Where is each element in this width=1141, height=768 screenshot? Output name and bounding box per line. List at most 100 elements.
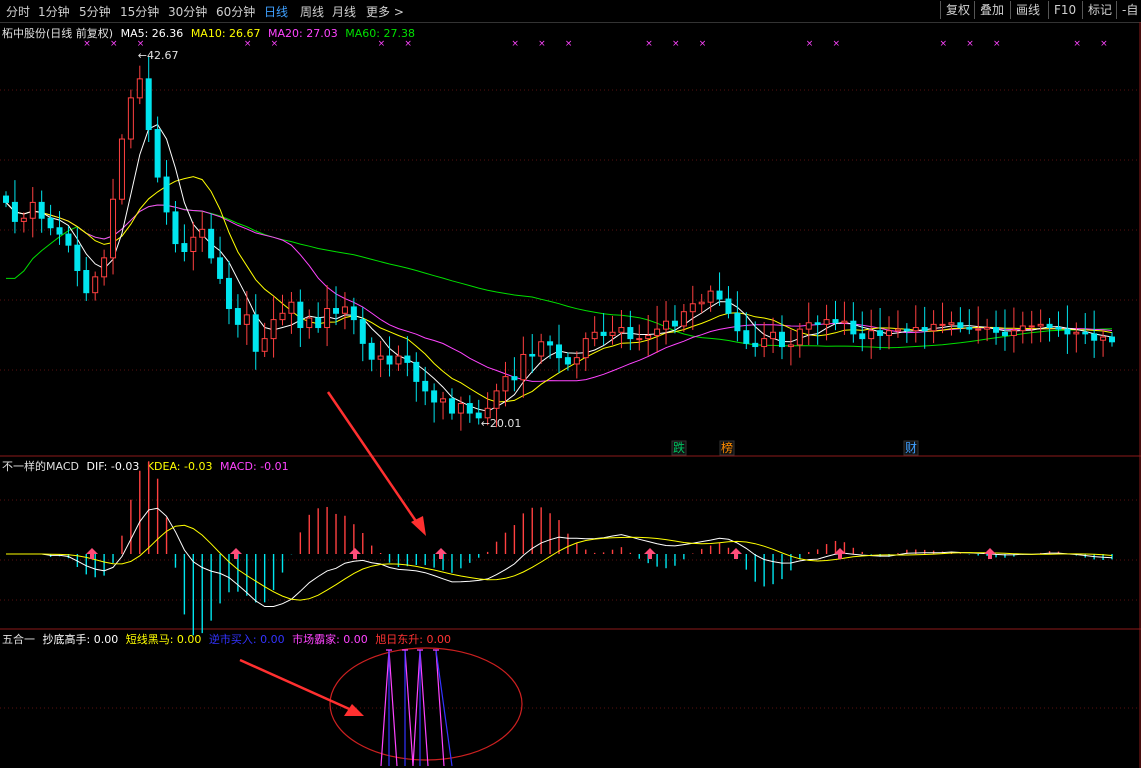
- custom-button[interactable]: -自: [1116, 1, 1141, 19]
- signal-x-marker: ×: [940, 39, 948, 49]
- buy-arrow-icon: [984, 548, 996, 559]
- candle-body: [841, 320, 848, 324]
- adjust-button[interactable]: 复权: [940, 1, 975, 19]
- signal-x-marker: ×: [966, 39, 974, 49]
- chart-frame: [0, 22, 1141, 768]
- candle: [101, 249, 108, 286]
- candle: [110, 178, 117, 275]
- f10-button[interactable]: F10: [1048, 1, 1081, 19]
- candle-body: [894, 328, 901, 332]
- candle-body: [1019, 325, 1026, 332]
- candle-body: [538, 341, 545, 357]
- candle-body: [1073, 331, 1080, 335]
- signal-x-marker: ×: [83, 39, 91, 49]
- candle-body: [520, 353, 527, 381]
- candle: [1091, 310, 1098, 358]
- candle-body: [654, 328, 661, 336]
- candle: [600, 313, 607, 346]
- candle: [1109, 332, 1115, 347]
- period-tab-daily[interactable]: 日线: [264, 3, 288, 20]
- candle-body: [65, 233, 72, 246]
- candle: [993, 310, 1000, 345]
- buy-arrow-icon: [230, 548, 242, 559]
- period-tab-60min[interactable]: 60分钟: [216, 3, 255, 20]
- candle: [297, 289, 304, 347]
- event-tag-0: 跌: [673, 440, 685, 455]
- signal-x-marker: ×: [833, 39, 841, 49]
- candle-body: [154, 129, 161, 178]
- candle: [127, 89, 134, 149]
- candle: [921, 306, 928, 349]
- draw-button[interactable]: 画线: [1010, 1, 1045, 19]
- low-price-label: ←20.01: [481, 417, 522, 430]
- period-tab-weekly[interactable]: 周线: [300, 3, 324, 20]
- candle-body: [725, 298, 732, 314]
- candle-body: [680, 311, 687, 327]
- candle: [894, 310, 901, 338]
- candle-body: [83, 270, 90, 294]
- candle: [145, 56, 152, 143]
- candle: [118, 134, 125, 205]
- chart-canvas[interactable]: ←42.67 ←20.01 跌 榜 财 × × × × × × × × × × × × × × × × × × × ×: [0, 22, 1141, 768]
- candle: [252, 294, 259, 370]
- event-tag-1: 榜: [721, 440, 733, 455]
- candle-body: [341, 306, 348, 314]
- candle: [163, 160, 170, 225]
- candle: [734, 291, 741, 342]
- candle-body: [29, 201, 36, 219]
- candle-body: [234, 308, 241, 325]
- candle-body: [74, 244, 81, 272]
- candle-body: [547, 341, 554, 346]
- period-tab-more[interactable]: 更多 >: [366, 3, 404, 20]
- candle-body: [350, 306, 357, 321]
- candle: [92, 271, 99, 301]
- candle: [466, 395, 473, 423]
- candle-body: [752, 342, 759, 348]
- signal-x-marker: ×: [993, 39, 1001, 49]
- candle: [38, 190, 45, 233]
- candle: [805, 302, 812, 346]
- candle: [199, 212, 206, 252]
- candle-body: [38, 201, 45, 219]
- candle: [56, 211, 63, 245]
- candle-body: [600, 331, 607, 336]
- candle-body: [966, 327, 973, 330]
- period-tab-5min[interactable]: 5分钟: [79, 3, 111, 20]
- candle-body: [288, 301, 295, 314]
- mark-button[interactable]: 标记: [1082, 1, 1117, 19]
- candle: [404, 336, 411, 377]
- chart-annotations: ←42.67 ←20.01 跌 榜 财 × × × × × × × × × × × × × × × × × × × ×: [83, 39, 1108, 536]
- period-tab-monthly[interactable]: 月线: [332, 3, 356, 20]
- period-tab-1min[interactable]: 1分钟: [38, 3, 70, 20]
- overlay-button[interactable]: 叠加: [974, 1, 1009, 19]
- period-tab-intraday[interactable]: 分时: [6, 3, 30, 20]
- period-tab-30min[interactable]: 30分钟: [168, 3, 207, 20]
- candle: [1046, 318, 1053, 342]
- candle-body: [1001, 331, 1008, 336]
- candle: [395, 345, 402, 371]
- candle-body: [92, 276, 99, 294]
- buy-arrow-icon: [435, 548, 447, 559]
- candle: [636, 324, 643, 351]
- candle: [689, 285, 696, 330]
- candle-body: [556, 344, 562, 359]
- signal-x-marker: ×: [378, 39, 386, 49]
- candle-body: [671, 320, 678, 327]
- signal-x-marker: ×: [672, 39, 680, 49]
- candle: [386, 336, 393, 377]
- candle-body: [1028, 325, 1035, 328]
- candle-body: [136, 78, 143, 99]
- candle-body: [279, 312, 286, 321]
- candle: [761, 322, 768, 358]
- candle: [431, 383, 438, 423]
- period-tab-15min[interactable]: 15分钟: [120, 3, 159, 20]
- candle: [814, 315, 821, 345]
- candle-body: [1091, 333, 1098, 341]
- candle-body: [823, 319, 830, 325]
- candle-body: [457, 403, 464, 414]
- candle-body: [609, 331, 616, 336]
- candle: [154, 116, 161, 183]
- buy-arrow-icon: [730, 548, 742, 559]
- candle-body: [698, 301, 705, 305]
- candle-body: [734, 312, 741, 332]
